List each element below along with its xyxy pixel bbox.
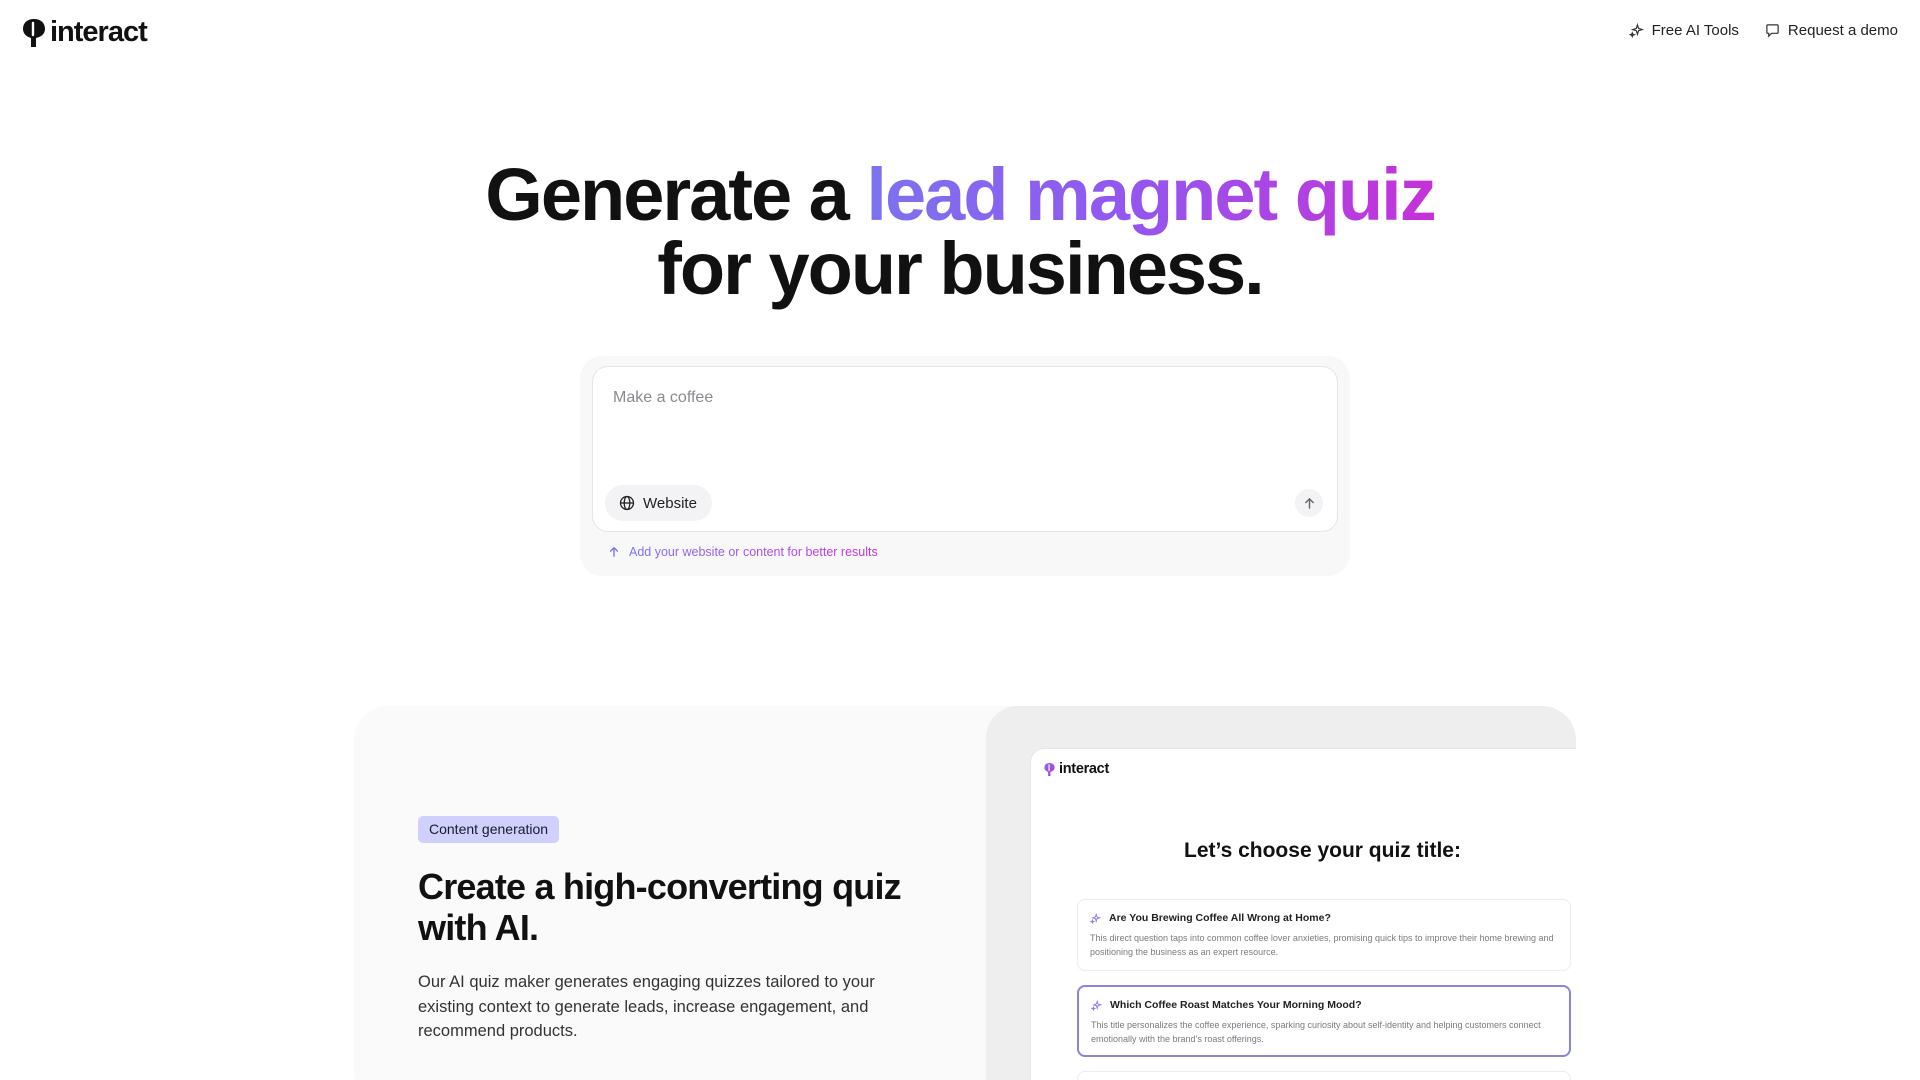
feature-title: Create a high-converting quiz with AI.: [418, 866, 902, 948]
nav-request-demo[interactable]: Request a demo: [1765, 22, 1898, 39]
prompt-card: Website: [592, 366, 1338, 532]
quiz-prompt-input[interactable]: [613, 389, 1313, 407]
app-mockup-frame: interact Let’s choose your quiz title: A…: [986, 706, 1576, 1080]
app-mockup: interact Let’s choose your quiz title: A…: [1030, 748, 1576, 1080]
logo[interactable]: interact: [20, 16, 148, 49]
nav-request-demo-label: Request a demo: [1787, 22, 1898, 39]
website-button-label: Website: [643, 494, 697, 512]
arrow-up-icon: [609, 546, 619, 557]
submit-button[interactable]: [1295, 489, 1323, 517]
chat-bubble-icon: [1766, 24, 1779, 38]
hero-line-2: for your business.: [657, 227, 1264, 310]
option-title: Are You Brewing Coffee All Wrong at Home…: [1109, 912, 1331, 924]
option-header: Which Coffee Roast Matches Your Morning …: [1091, 999, 1557, 1011]
sparkle-icon: [1090, 912, 1101, 924]
prompt-container: Website Add your website or content for …: [580, 356, 1350, 576]
prompt-hint: Add your website or content for better r…: [608, 545, 878, 559]
option-description: This direct question taps into common co…: [1090, 933, 1554, 957]
mockup-logo: interact: [1043, 761, 1109, 777]
arrow-up-icon: [1304, 497, 1314, 509]
quiz-title-option[interactable]: Are You Brewing Coffee All Wrong at Home…: [1077, 899, 1571, 971]
globe-icon: [619, 495, 635, 511]
option-header: Are You Brewing Coffee All Wrong at Home…: [1090, 912, 1558, 924]
prompt-hint-text: Add your website or content for better r…: [629, 545, 878, 559]
option-title: Which Coffee Roast Matches Your Morning …: [1110, 999, 1362, 1011]
site-header: interact Free AI Tools Request a demo: [0, 0, 1920, 64]
hero-prefix: Generate a: [485, 153, 867, 236]
hero-highlight: lead magnet quiz: [866, 153, 1436, 236]
sparkle-icon: [1091, 999, 1102, 1011]
content-generation-badge: Content generation: [418, 816, 560, 843]
interact-logo-icon: [1044, 762, 1055, 776]
logo-text: interact: [50, 16, 148, 48]
feature-section: Content generation Create a high-convert…: [354, 706, 1576, 1080]
interact-logo-icon: [23, 18, 45, 47]
hero-line-1: Generate a lead magnet quiz: [0, 158, 1920, 232]
nav-free-ai-tools-label: Free AI Tools: [1651, 22, 1739, 39]
mockup-logo-text: interact: [1059, 761, 1109, 777]
quiz-title-option[interactable]: [1077, 1071, 1571, 1080]
feature-description: Our AI quiz maker generates engaging qui…: [418, 973, 875, 1040]
mockup-title: Let’s choose your quiz title:: [1184, 839, 1461, 862]
quiz-title-option-selected[interactable]: Which Coffee Roast Matches Your Morning …: [1077, 985, 1571, 1057]
website-button[interactable]: Website: [605, 485, 712, 521]
top-nav: Free AI Tools Request a demo: [1628, 22, 1898, 39]
sparkle-icon: [1628, 23, 1644, 38]
nav-free-ai-tools[interactable]: Free AI Tools: [1628, 22, 1739, 39]
option-description: This title personalizes the coffee exper…: [1091, 1020, 1541, 1044]
hero-headline: Generate a lead magnet quiz for your bus…: [0, 158, 1920, 306]
